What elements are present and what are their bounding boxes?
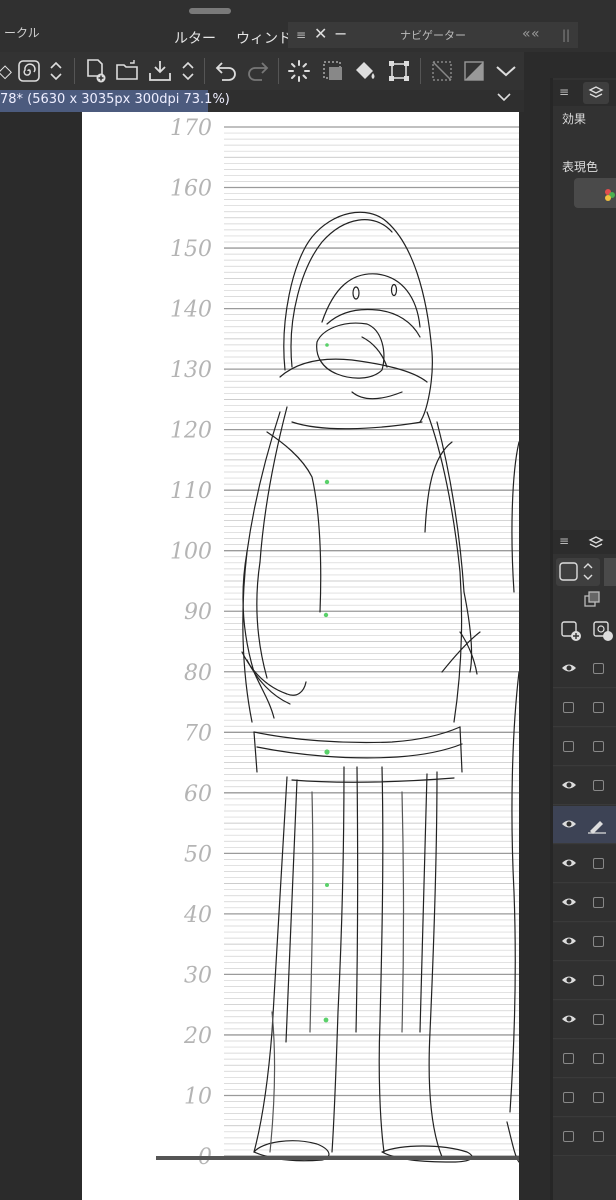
lock-checkbox[interactable] xyxy=(593,702,604,713)
visibility-checkbox[interactable] xyxy=(563,741,574,752)
layer-row[interactable] xyxy=(553,962,616,1000)
eye-icon[interactable] xyxy=(561,660,577,676)
character-sketch xyxy=(156,211,519,1163)
property-panel-tabs: ≡ xyxy=(553,80,616,106)
lock-checkbox[interactable] xyxy=(593,780,604,791)
eye-icon[interactable] xyxy=(561,972,577,988)
opacity-field[interactable] xyxy=(604,558,616,586)
eye-icon[interactable] xyxy=(561,816,577,832)
new-vector-layer-icon[interactable] xyxy=(592,620,616,646)
visibility-checkbox[interactable] xyxy=(563,702,574,713)
top-bar: ークル ルター ウィンド ≡ ✕ − ナビゲーター « « || xyxy=(0,0,616,52)
panel-menu-icon-3[interactable]: ≡ xyxy=(559,534,569,548)
panel-menu-icon-2[interactable]: ≡ xyxy=(559,85,569,99)
minimize-icon[interactable]: − xyxy=(334,24,347,43)
drag-handle[interactable] xyxy=(189,8,231,14)
invert-selection-icon[interactable] xyxy=(460,56,488,86)
layer-row[interactable] xyxy=(553,1118,616,1156)
canvas-area[interactable]: 170 160 150 140 130 120 110 100 90 80 70 60 50 40 30 20… xyxy=(0,112,550,1200)
stepper-icon[interactable] xyxy=(46,56,66,86)
visibility-checkbox[interactable] xyxy=(563,1092,574,1103)
tool-property-tab-icon[interactable] xyxy=(583,82,609,104)
layer-row[interactable] xyxy=(553,884,616,922)
save-icon[interactable] xyxy=(146,56,174,86)
expression-color-label-text: 表現色 xyxy=(562,160,599,174)
menu-fragment-left[interactable]: ークル xyxy=(4,24,40,41)
layer-row[interactable] xyxy=(553,689,616,727)
command-bar: ◇ xyxy=(0,52,524,90)
blend-mode-select[interactable] xyxy=(556,558,600,586)
spiral-icon[interactable] xyxy=(16,56,42,86)
layer-panel-tabs: ≡ xyxy=(553,530,616,554)
lock-checkbox[interactable] xyxy=(593,1053,604,1064)
close-icon[interactable]: ✕ xyxy=(314,24,327,43)
chevron-down-icon[interactable] xyxy=(492,56,520,86)
new-layer-icon[interactable] xyxy=(560,620,584,646)
visibility-checkbox[interactable] xyxy=(563,1131,574,1142)
redo-icon[interactable] xyxy=(244,56,272,86)
document-tab[interactable]: 78* (5630 x 3035px 300dpi 73.1%) xyxy=(0,90,230,112)
menu-window[interactable]: ウィンド xyxy=(236,28,292,48)
navigator-title: ナビゲーター xyxy=(400,29,466,42)
lock-checkbox[interactable] xyxy=(593,975,604,986)
eye-icon[interactable] xyxy=(561,894,577,910)
layer-row[interactable] xyxy=(553,650,616,688)
open-folder-icon[interactable] xyxy=(114,56,142,86)
collapse-panels-icon[interactable]: « « xyxy=(522,26,540,42)
clip-layer-icon[interactable] xyxy=(582,590,602,614)
lock-checkbox[interactable] xyxy=(593,897,604,908)
lock-checkbox[interactable] xyxy=(593,1014,604,1025)
layer-tab-icon[interactable] xyxy=(583,532,609,558)
eye-icon[interactable] xyxy=(561,933,577,949)
new-file-icon[interactable] xyxy=(82,56,110,86)
eye-icon[interactable] xyxy=(561,855,577,871)
lock-checkbox[interactable] xyxy=(593,858,604,869)
pen-icon xyxy=(588,821,606,834)
eye-icon[interactable] xyxy=(561,777,577,793)
document-title-bar: 78* (5630 x 3035px 300dpi 73.1%) xyxy=(0,90,524,112)
effect-label: 効果 xyxy=(562,110,586,127)
expression-color-button[interactable] xyxy=(574,178,616,208)
lock-checkbox[interactable] xyxy=(593,663,604,674)
expression-color-label: 表現色 xyxy=(562,158,598,175)
lock-checkbox[interactable] xyxy=(593,936,604,947)
layer-row[interactable] xyxy=(553,728,616,766)
visibility-checkbox[interactable] xyxy=(563,1053,574,1064)
layer-row[interactable] xyxy=(553,845,616,883)
transform-icon[interactable] xyxy=(384,56,414,86)
effect-label-text: 効果 xyxy=(562,112,587,126)
panel-grip-icon[interactable]: || xyxy=(562,28,570,42)
undo-icon[interactable] xyxy=(212,56,240,86)
lock-checkbox[interactable] xyxy=(593,1092,604,1103)
clear-selection-icon[interactable] xyxy=(428,56,456,86)
prev-icon[interactable]: ◇ xyxy=(0,56,12,86)
layer-row[interactable] xyxy=(553,767,616,805)
lock-checkbox[interactable] xyxy=(593,741,604,752)
layer-row[interactable] xyxy=(553,1040,616,1078)
layer-row[interactable] xyxy=(553,1079,616,1117)
fill-icon[interactable] xyxy=(350,56,380,86)
menu-filter[interactable]: ルター xyxy=(174,28,216,48)
lock-checkbox[interactable] xyxy=(593,1131,604,1142)
stepper-icon-2[interactable] xyxy=(178,56,198,86)
select-area-icon[interactable] xyxy=(318,56,348,86)
document-menu-chevron-icon[interactable] xyxy=(496,91,512,107)
eye-icon[interactable] xyxy=(561,1011,577,1027)
loading-spinner-icon[interactable] xyxy=(284,56,314,86)
layer-row[interactable] xyxy=(553,806,616,844)
layer-row[interactable] xyxy=(553,1001,616,1039)
layer-row[interactable] xyxy=(553,923,616,961)
panel-menu-icon[interactable]: ≡ xyxy=(296,28,306,42)
canvas-paper[interactable]: 170 160 150 140 130 120 110 100 90 80 70 60 50 40 30 20… xyxy=(82,112,519,1200)
